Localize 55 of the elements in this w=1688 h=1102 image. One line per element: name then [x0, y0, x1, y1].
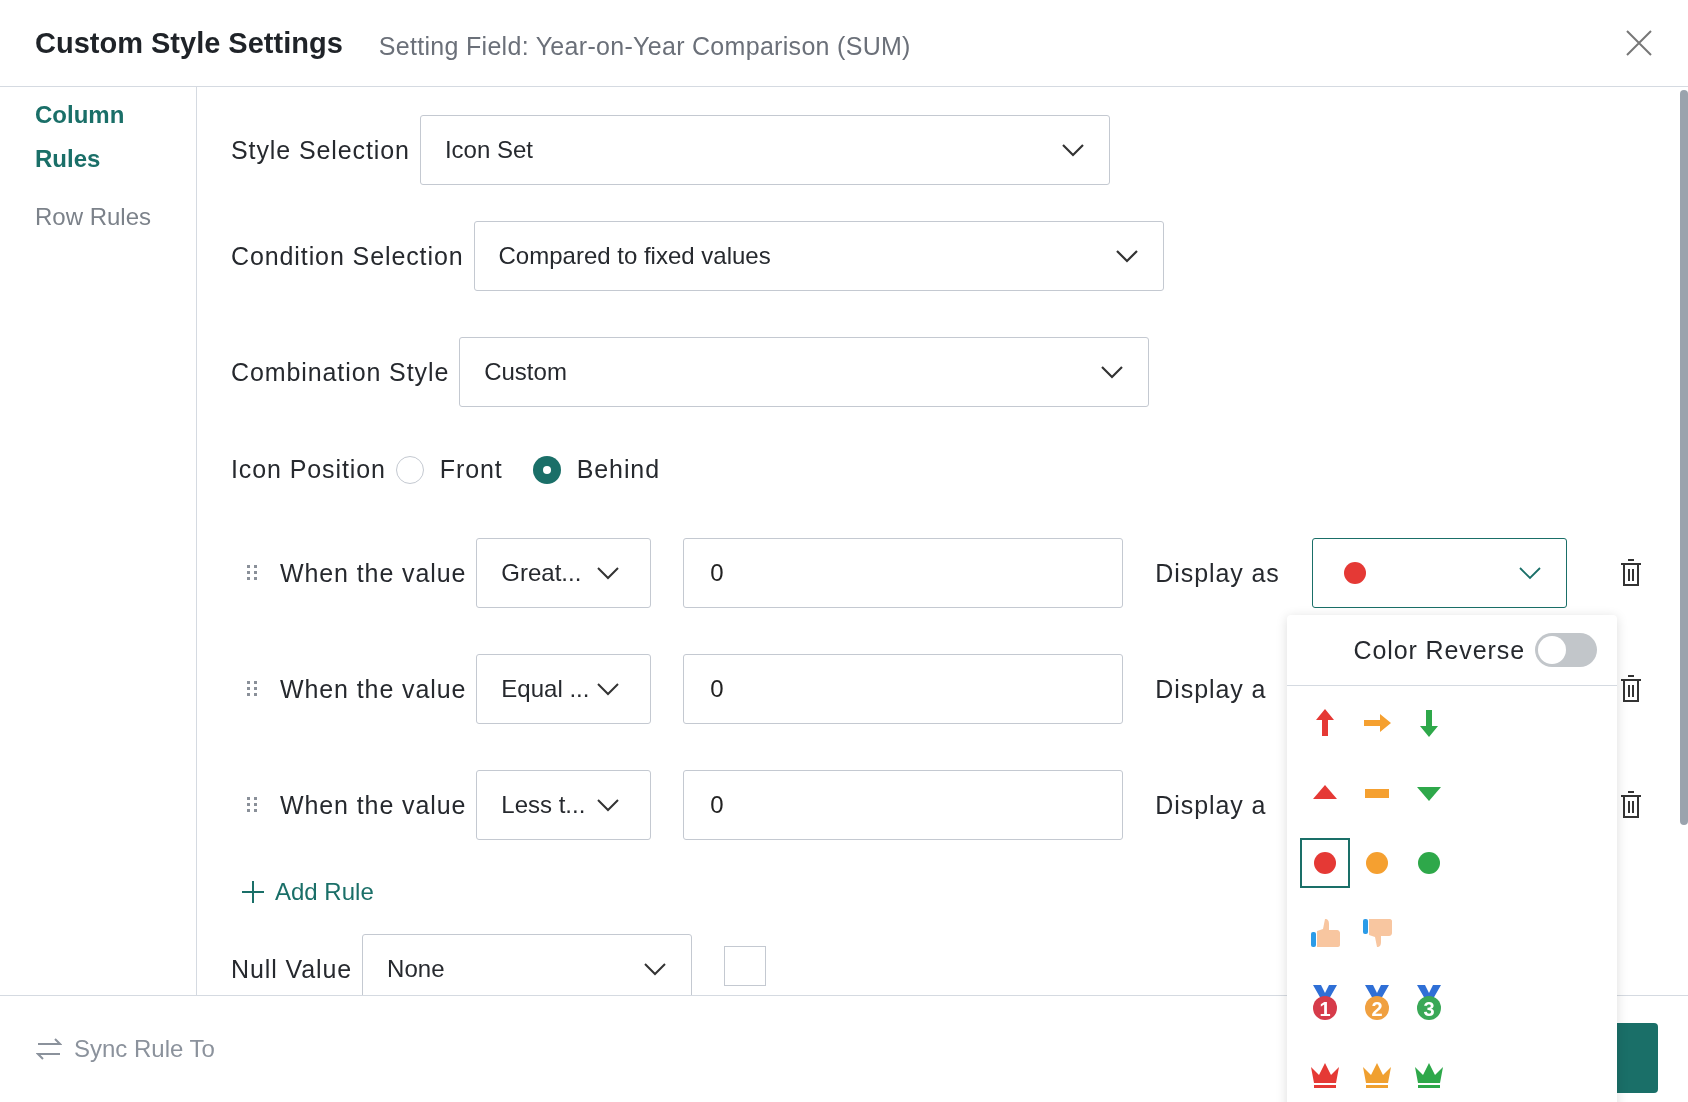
- dialog-subtitle: Setting Field: Year-on-Year Comparison (SUM): [378, 31, 911, 61]
- display-label: Display as: [1155, 558, 1280, 588]
- drag-handle-icon[interactable]: [246, 564, 258, 582]
- field-label: Condition Selection: [231, 241, 464, 271]
- delete-icon[interactable]: [1620, 791, 1642, 819]
- close-icon[interactable]: [1625, 29, 1653, 57]
- operator-dropdown[interactable]: Equal ...: [476, 654, 652, 724]
- delete-icon[interactable]: [1620, 675, 1642, 703]
- field-label: Null Value: [231, 954, 353, 984]
- caret-icon: [643, 962, 668, 976]
- dropdown[interactable]: None: [362, 934, 693, 995]
- toggle-switch[interactable]: [1535, 633, 1597, 667]
- caret-icon: [1517, 566, 1542, 580]
- drag-handle-icon[interactable]: [246, 680, 258, 698]
- color-swatch[interactable]: [724, 946, 767, 986]
- scrollbar[interactable]: [1680, 90, 1688, 825]
- toggle-label: Color Reverse: [1353, 635, 1525, 665]
- delete-icon[interactable]: [1620, 559, 1642, 587]
- operator-dropdown[interactable]: Less t...: [476, 770, 652, 840]
- rule-label: When the value: [280, 790, 467, 820]
- caret-icon: [1100, 365, 1125, 379]
- sidebar-item[interactable]: Column Rules: [35, 93, 155, 181]
- dropdown[interactable]: Icon Set: [419, 115, 1110, 185]
- caret-icon: [596, 798, 621, 812]
- dialog-title: Custom Style Settings: [35, 26, 343, 60]
- sidebar-item[interactable]: Row Rules: [35, 195, 155, 239]
- field-label: Combination Style: [231, 357, 450, 387]
- value-input[interactable]: 0: [683, 654, 1124, 724]
- drag-handle-icon[interactable]: [246, 796, 258, 814]
- icon-option[interactable]: [1300, 838, 1350, 888]
- icon-option[interactable]: 1: [1300, 978, 1350, 1028]
- rule-label: When the value: [280, 674, 467, 704]
- caret-icon: [596, 566, 621, 580]
- field-label: Style Selection: [231, 135, 410, 165]
- display-label: Display a: [1155, 674, 1267, 704]
- rule-label: When the value: [280, 558, 467, 588]
- radio-label: Behind: [576, 455, 660, 484]
- dash-icon: [1365, 788, 1389, 798]
- field-label: Icon Position: [231, 455, 386, 484]
- caret-icon: [1060, 143, 1085, 157]
- display-label: Display a: [1155, 790, 1267, 820]
- plus-icon: [241, 880, 265, 904]
- add-rule-button[interactable]: Add Rule: [241, 878, 374, 906]
- value-input[interactable]: 0: [683, 538, 1124, 608]
- caret-icon: [596, 682, 621, 696]
- caret-icon: [1114, 249, 1139, 263]
- operator-dropdown[interactable]: Great...: [476, 538, 652, 608]
- radio-button[interactable]: [532, 455, 561, 484]
- value-input[interactable]: 0: [683, 770, 1124, 840]
- radio-label: Front: [439, 455, 503, 484]
- dropdown[interactable]: Custom: [459, 337, 1150, 407]
- radio-button[interactable]: [395, 455, 424, 484]
- dropdown[interactable]: Compared to fixed values: [473, 221, 1164, 291]
- swap-icon: [36, 1037, 62, 1061]
- icon-dropdown[interactable]: [1311, 538, 1567, 608]
